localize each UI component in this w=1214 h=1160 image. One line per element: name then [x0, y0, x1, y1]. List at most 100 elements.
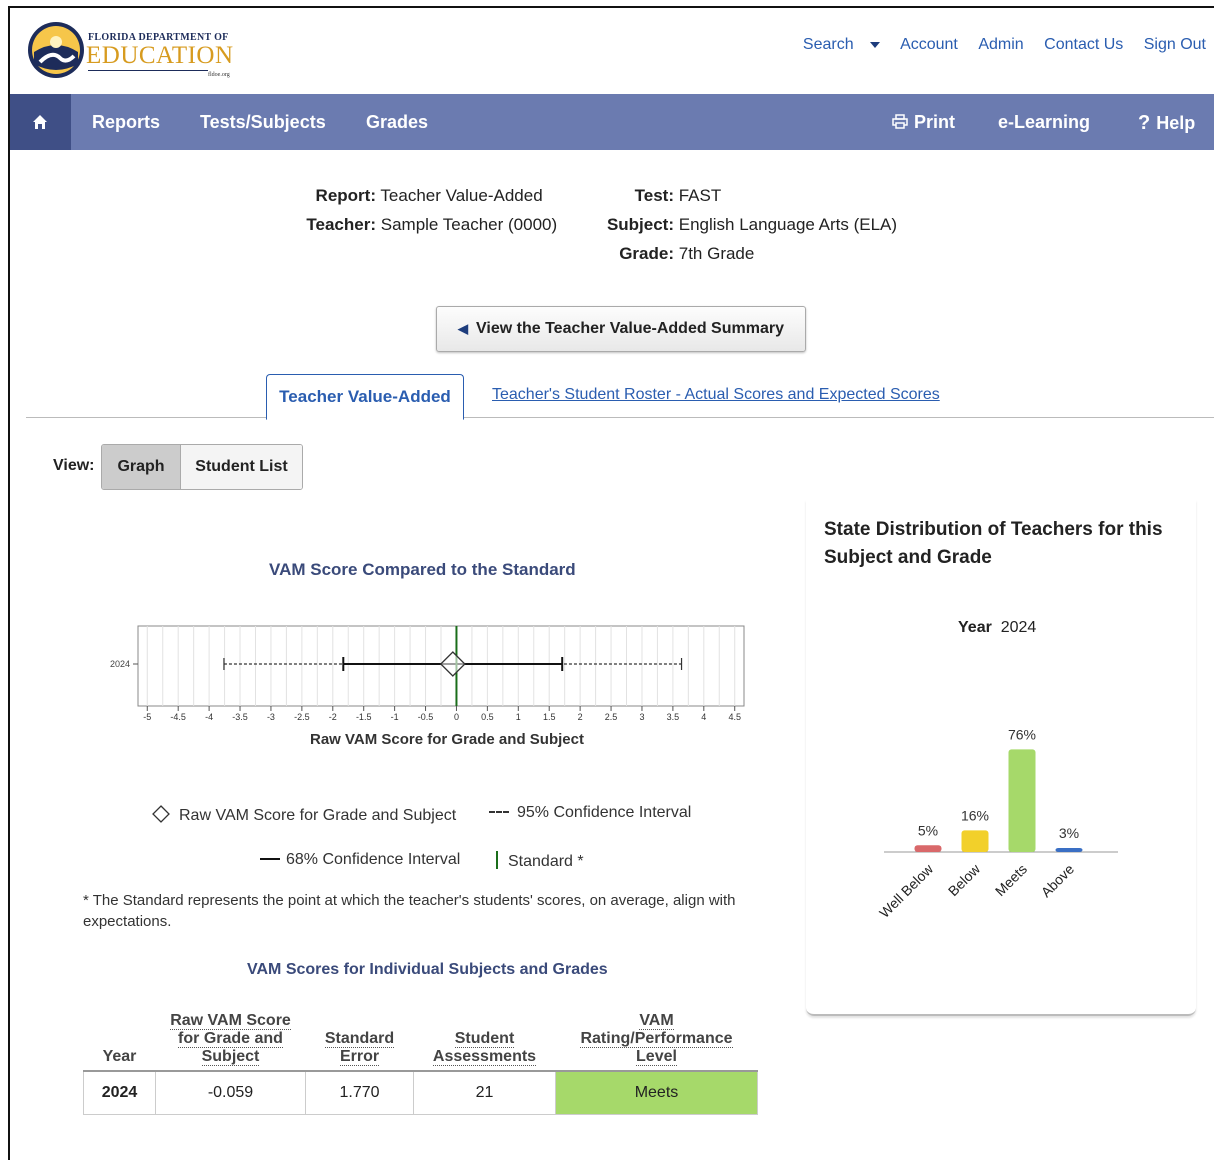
logo-line3: fldoe.org: [208, 72, 230, 78]
tab-student-roster[interactable]: Teacher's Student Roster - Actual Scores…: [492, 386, 940, 404]
cell-student-assessments: 21: [413, 1070, 556, 1115]
state-distribution-panel: State Distribution of Teachers for this …: [806, 500, 1196, 1016]
dist-bar: [914, 845, 942, 852]
nav-print[interactable]: Print: [892, 112, 955, 133]
dist-bar: [1008, 749, 1036, 852]
vam-x-tick-label: -5: [143, 712, 151, 722]
grade-value: 7th Grade: [678, 244, 755, 263]
view-summary-label: View the Teacher Value-Added Summary: [476, 320, 784, 337]
col-raw-vam: Raw VAM Score for Grade and Subject: [155, 1008, 306, 1072]
col-vam-rating: VAM Rating/Performance Level: [555, 1008, 758, 1072]
sign-out-link[interactable]: Sign Out: [1144, 36, 1206, 53]
contact-us-link[interactable]: Contact Us: [1044, 36, 1123, 53]
vam-x-tick-label: -3: [267, 712, 275, 722]
state-distribution-chart: 5% Well Below 16% Below 76% Meets 3% Above: [876, 726, 1118, 921]
vam-table-title: VAM Scores for Individual Subjects and G…: [247, 961, 608, 978]
vam-scores-table: Year Raw VAM Score for Grade and Subject S…: [83, 1008, 758, 1115]
account-link[interactable]: Account: [900, 36, 958, 53]
view-toggle: Graph Student List: [101, 444, 303, 490]
view-label: View:: [53, 457, 95, 474]
nav-reports[interactable]: Reports: [92, 112, 160, 133]
vam-x-tick-label: -4: [205, 712, 213, 722]
legend-raw-vam: Raw VAM Score for Grade and Subject: [151, 804, 456, 825]
dist-category-label: Above: [1038, 861, 1078, 901]
report-info-right: Test: FAST Subject: English Language Art…: [600, 186, 897, 264]
col-year: Year: [83, 1008, 156, 1072]
legend-68-ci: 68% Confidence Interval: [260, 851, 460, 869]
admin-link[interactable]: Admin: [978, 36, 1023, 53]
nav-help-label: Help: [1156, 113, 1196, 133]
vam-x-tick-label: 1.5: [543, 712, 556, 722]
top-header: FLORIDA DEPARTMENT OF EDUCATION fldoe.or…: [10, 8, 1214, 94]
vam-y-tick-label: 2024: [110, 659, 130, 669]
home-button[interactable]: [10, 94, 71, 150]
cell-vam-rating: Meets: [555, 1070, 758, 1115]
test-label: Test:: [634, 186, 674, 205]
panel-year-label: Year: [958, 619, 992, 636]
report-info-left: Report: Teacher Value-Added Teacher: Sam…: [300, 186, 557, 235]
dist-bar-label: 76%: [1008, 726, 1036, 742]
logo-line2: EDUCATION: [86, 42, 234, 69]
search-link[interactable]: Search: [803, 36, 880, 53]
dist-category-label: Below: [945, 860, 984, 899]
dist-bar: [1055, 847, 1083, 852]
logo-underline: [88, 70, 208, 71]
dist-bar-label: 5%: [918, 822, 938, 838]
fldoe-logo[interactable]: FLORIDA DEPARTMENT OF EDUCATION fldoe.or…: [26, 18, 236, 84]
cell-raw-vam: -0.059: [155, 1070, 306, 1115]
panel-title: State Distribution of Teachers for this …: [824, 519, 1163, 568]
vam-x-tick-label: 4.5: [728, 712, 741, 722]
teacher-value: Sample Teacher (0000): [380, 215, 558, 234]
col-standard-error: Standard Error: [305, 1008, 414, 1072]
vam-x-tick-label: -1.5: [356, 712, 372, 722]
cell-standard-error: 1.770: [305, 1070, 414, 1115]
nav-help[interactable]: ? Help: [1138, 112, 1195, 135]
legend-68-ci-label: 68% Confidence Interval: [286, 851, 461, 868]
dist-bar: [961, 830, 989, 852]
legend-standard-label: Standard *: [508, 853, 584, 870]
legend-standard: Standard *: [496, 851, 584, 871]
nav-grades[interactable]: Grades: [366, 112, 428, 133]
dist-category-label: Meets: [992, 861, 1030, 899]
table-row: 2024 -0.059 1.770 21 Meets: [83, 1070, 758, 1115]
vam-x-tick-label: 3: [639, 712, 644, 722]
report-label: Report:: [315, 186, 376, 205]
nav-elearning[interactable]: e-Learning: [998, 112, 1090, 133]
vam-x-tick-label: 1: [516, 712, 521, 722]
dist-category-label: Well Below: [876, 860, 937, 921]
subject-value: English Language Arts (ELA): [678, 215, 898, 234]
solid-line-icon: [260, 858, 280, 860]
legend-95-ci: 95% Confidence Interval: [489, 804, 691, 822]
vam-x-tick-label: -1: [391, 712, 399, 722]
vam-chart-title: VAM Score Compared to the Standard: [269, 560, 576, 579]
education-seal-icon: [28, 22, 84, 78]
teacher-label: Teacher:: [306, 215, 376, 234]
tab-divider: [26, 417, 1214, 418]
diamond-icon: [152, 805, 170, 823]
help-icon: ?: [1138, 112, 1151, 134]
vam-x-tick-label: 3.5: [667, 712, 680, 722]
search-link-label: Search: [802, 36, 854, 53]
nav-tests-subjects[interactable]: Tests/Subjects: [200, 112, 326, 133]
vam-x-tick-label: 2: [578, 712, 583, 722]
vam-x-tick-label: 0: [454, 712, 459, 722]
report-value: Teacher Value-Added: [380, 186, 543, 205]
table-header-row: Year Raw VAM Score for Grade and Subject S…: [83, 1008, 758, 1072]
legend-95-ci-label: 95% Confidence Interval: [517, 804, 692, 821]
panel-year-value: 2024: [1000, 619, 1037, 636]
grade-label: Grade:: [619, 244, 674, 263]
dashed-line-icon: [489, 811, 509, 813]
view-summary-button[interactable]: ◀ View the Teacher Value-Added Summary: [436, 306, 806, 352]
student-list-view-button[interactable]: Student List: [181, 445, 302, 489]
tab-teacher-value-added[interactable]: Teacher Value-Added: [266, 374, 464, 420]
caret-down-icon: [869, 41, 880, 48]
top-links: Search Account Admin Contact Us Sign Out: [787, 36, 1206, 54]
subject-label: Subject:: [606, 215, 674, 234]
vam-x-tick-label: -0.5: [418, 712, 434, 722]
col-student-assessments: Student Assessments: [413, 1008, 556, 1072]
main-nav: Reports Tests/Subjects Grades Print e-Le…: [10, 94, 1214, 150]
vam-x-tick-label: 4: [701, 712, 706, 722]
green-line-icon: [496, 851, 498, 869]
graph-view-button[interactable]: Graph: [102, 445, 181, 489]
vam-x-tick-label: 2.5: [605, 712, 618, 722]
